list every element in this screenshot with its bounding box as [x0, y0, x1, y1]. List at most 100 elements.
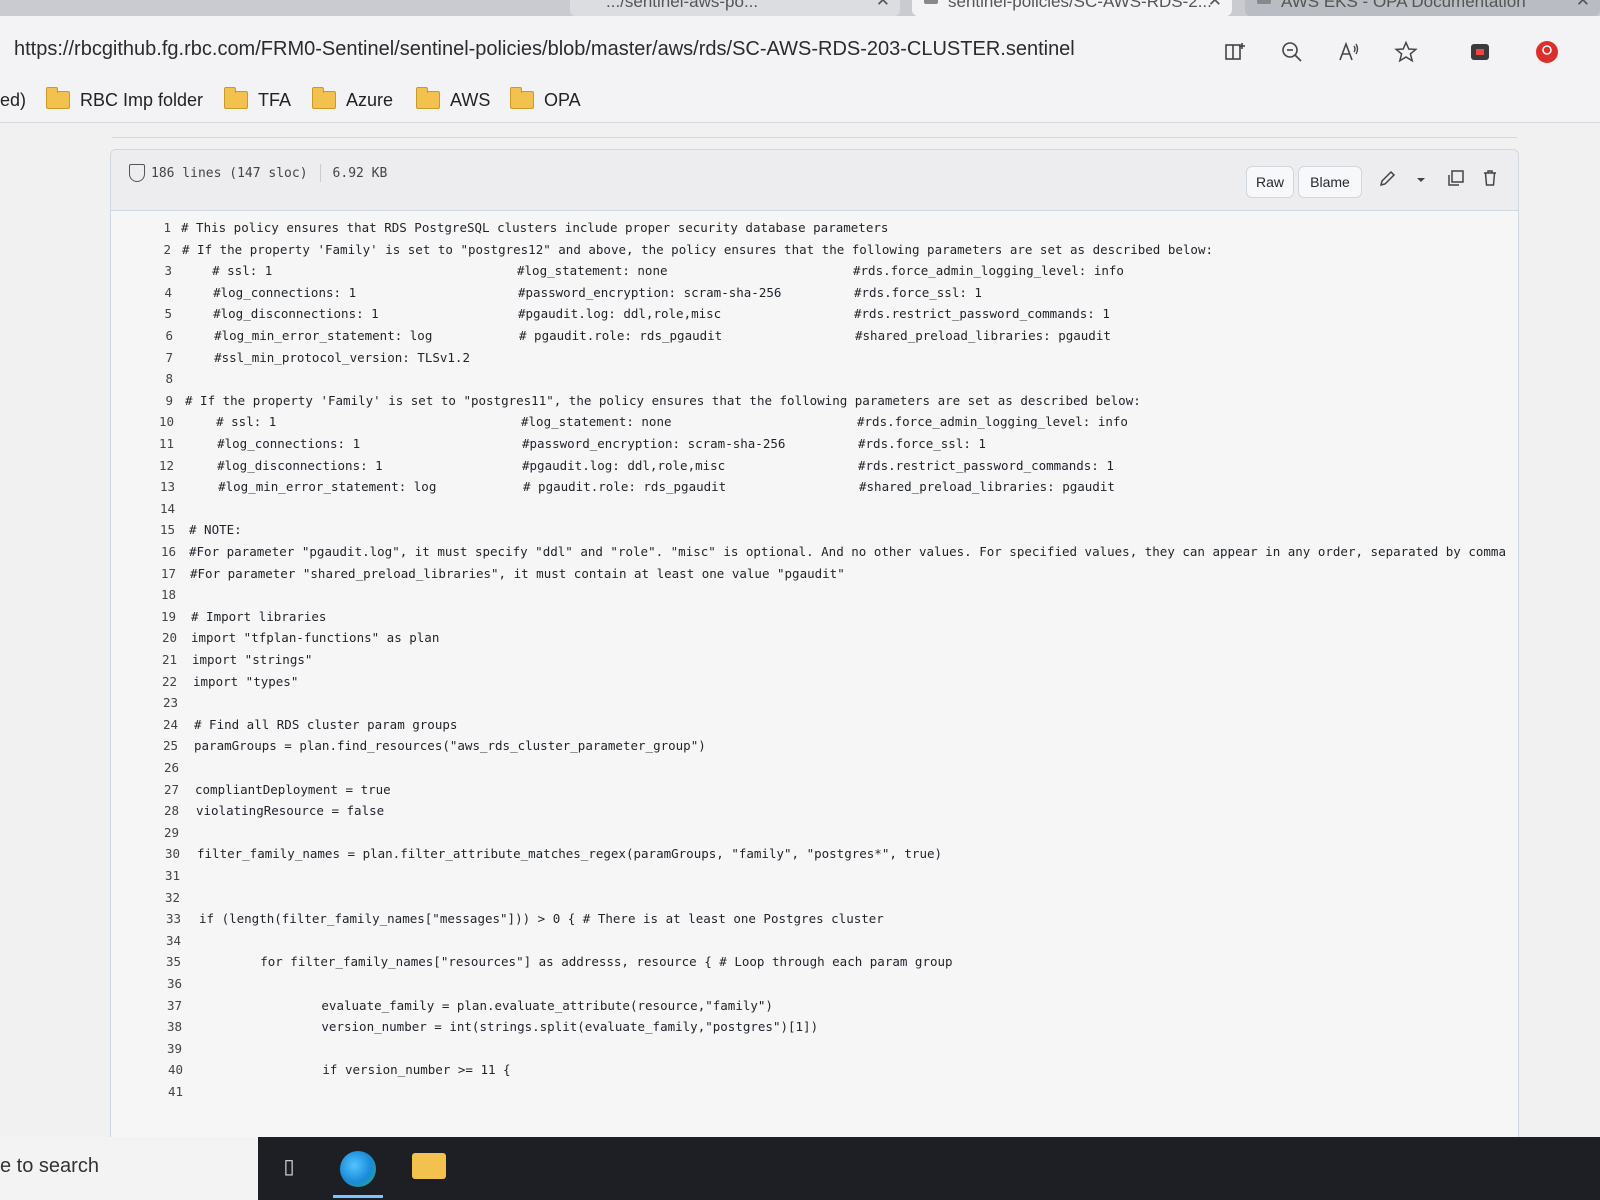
line-number[interactable]: 29	[139, 825, 179, 840]
line-count: 186 lines (147 sloc)	[151, 165, 308, 181]
code-line: 4 #log_connections: 1 #password_encryptio…	[111, 285, 1518, 305]
line-number[interactable]: 41	[143, 1084, 183, 1099]
line-number[interactable]: 37	[142, 998, 182, 1013]
code-line: 22 import "types"	[111, 674, 1518, 694]
code-line: 2 # If the property 'Family' is set to "p…	[111, 242, 1518, 262]
line-number[interactable]: 40	[143, 1062, 183, 1077]
line-number[interactable]: 35	[141, 954, 181, 969]
line-number[interactable]: 13	[135, 479, 175, 494]
line-number[interactable]: 38	[142, 1019, 182, 1034]
chevron-down-icon[interactable]	[1408, 168, 1434, 194]
line-number[interactable]: 26	[139, 760, 179, 775]
code-text: #log_connections: 1	[183, 284, 357, 300]
code-text-column-2: # pgaudit.role: rds_pgaudit	[519, 328, 723, 343]
line-number[interactable]: 39	[142, 1041, 182, 1056]
zoom-out-icon[interactable]	[1279, 40, 1305, 66]
line-number[interactable]: 31	[140, 868, 180, 883]
profile-icon[interactable]	[1534, 40, 1560, 66]
code-line: 15 # NOTE:	[111, 522, 1518, 542]
line-number[interactable]: 15	[135, 522, 175, 537]
browser-tab-active[interactable]: sentinel-policies/SC-AWS-RDS-2... ✕	[912, 0, 1232, 16]
line-number[interactable]: 23	[138, 695, 178, 710]
delete-trash-icon[interactable]	[1477, 168, 1503, 194]
copy-icon[interactable]	[1443, 168, 1469, 194]
line-number[interactable]: 33	[141, 911, 181, 926]
edit-pencil-icon[interactable]	[1375, 168, 1401, 194]
browser-tab[interactable]: AWS EKS - OPA Documentation ✕	[1245, 0, 1600, 16]
code-line: 35 for filter_family_names["resources"] …	[111, 954, 1518, 974]
bookmark-folder-azure[interactable]: Azure	[312, 86, 393, 114]
line-number[interactable]: 16	[136, 544, 176, 559]
close-tab-icon[interactable]: ✕	[1576, 0, 1590, 11]
line-number[interactable]: 12	[134, 458, 174, 473]
url-field[interactable]: https://rbcgithub.fg.rbc.com/FRM0-Sentin…	[14, 38, 1075, 61]
split-screen-icon[interactable]	[1222, 40, 1248, 66]
line-number[interactable]: 11	[134, 436, 174, 451]
line-number[interactable]: 7	[133, 350, 173, 365]
line-number[interactable]: 18	[136, 587, 176, 602]
line-number[interactable]: 32	[140, 890, 180, 905]
code-text: # NOTE:	[189, 522, 242, 538]
edge-browser-icon[interactable]	[340, 1151, 376, 1187]
line-number[interactable]: 25	[138, 738, 178, 753]
bookmark-folder-tfa[interactable]: TFA	[224, 86, 291, 114]
line-number[interactable]: 27	[139, 782, 179, 797]
folder-icon	[312, 87, 336, 109]
bookmark-folder-rbc-imp[interactable]: RBC Imp folder	[46, 86, 203, 114]
close-tab-icon[interactable]: ✕	[876, 0, 890, 11]
line-number[interactable]: 2	[131, 242, 171, 257]
folder-icon	[224, 87, 248, 109]
line-number[interactable]: 4	[132, 285, 172, 300]
read-aloud-icon[interactable]	[1336, 40, 1362, 66]
close-tab-icon[interactable]: ✕	[1208, 0, 1222, 11]
bookmark-folder-opa[interactable]: OPA	[510, 86, 581, 114]
line-number[interactable]: 34	[141, 933, 181, 948]
line-number[interactable]: 8	[133, 371, 173, 386]
code-text-column-3: #rds.force_ssl: 1	[858, 436, 986, 451]
line-number[interactable]: 5	[132, 306, 172, 321]
code-text: #For parameter "shared_preload_libraries…	[190, 565, 845, 581]
line-number[interactable]: 36	[142, 976, 182, 991]
code-text: # Find all RDS cluster param groups	[194, 716, 458, 732]
github-favicon-icon	[924, 0, 938, 4]
code-line: 11 #log_connections: 1 #password_encrypti…	[111, 436, 1518, 456]
file-header: 186 lines (147 sloc) 6.92 KB Raw Blame	[111, 150, 1518, 211]
blame-button[interactable]: Blame	[1298, 166, 1362, 198]
code-line: 24 # Find all RDS cluster param groups	[111, 717, 1518, 737]
tab-title: sentinel-policies/SC-AWS-RDS-2...	[948, 0, 1212, 11]
line-number[interactable]: 14	[135, 501, 175, 516]
code-line: 29	[111, 825, 1518, 845]
line-number[interactable]: 3	[132, 263, 172, 278]
code-line: 28 violatingResource = false	[111, 803, 1518, 823]
line-number[interactable]: 17	[136, 566, 176, 581]
code-line: 13 #log_min_error_statement: log # pgaudi…	[111, 479, 1518, 499]
file-explorer-icon[interactable]	[412, 1153, 446, 1179]
bookmark-folder-aws[interactable]: AWS	[416, 86, 490, 114]
bookmark-label: RBC Imp folder	[80, 89, 204, 110]
code-text-column-3: #rds.restrict_password_commands: 1	[854, 306, 1110, 322]
raw-button[interactable]: Raw	[1246, 166, 1294, 198]
browser-tab[interactable]: .../sentinel-aws-po... ✕	[570, 0, 900, 16]
task-view-icon[interactable]: ▯	[276, 1155, 302, 1179]
line-number[interactable]: 6	[133, 328, 173, 343]
taskbar-search-box[interactable]: e to search	[0, 1137, 258, 1200]
line-number[interactable]: 28	[139, 803, 179, 818]
line-number[interactable]: 9	[133, 393, 173, 408]
tab-favicon-icon	[1257, 0, 1271, 4]
line-number[interactable]: 19	[136, 609, 176, 624]
line-number[interactable]: 30	[140, 846, 180, 861]
line-number[interactable]: 21	[137, 652, 177, 667]
line-number[interactable]: 22	[137, 674, 177, 689]
extension-icon[interactable]	[1467, 40, 1493, 66]
line-number[interactable]: 1	[131, 220, 171, 235]
code-text: # If the property 'Family' is set to "po…	[182, 241, 1214, 257]
bookmark-overflow[interactable]: ed)	[0, 86, 26, 114]
line-number[interactable]: 10	[134, 414, 174, 429]
line-number[interactable]: 24	[138, 717, 178, 732]
code-line: 18	[111, 587, 1518, 607]
code-text: violatingResource = false	[196, 803, 385, 819]
favorite-star-icon[interactable]	[1393, 40, 1419, 66]
code-line: 20 import "tfplan-functions" as plan	[111, 630, 1518, 650]
line-number[interactable]: 20	[137, 630, 177, 645]
code-text-column-2: #log_statement: none	[517, 263, 668, 279]
